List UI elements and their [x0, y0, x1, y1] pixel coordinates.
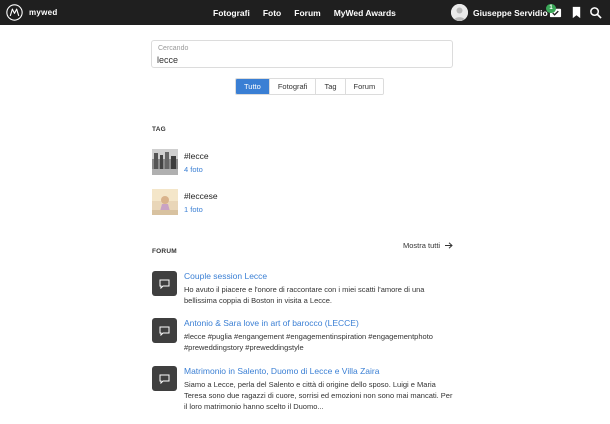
show-all-link[interactable]: Mostra tutti [403, 241, 453, 250]
nav-mywed-awards[interactable]: MyWed Awards [334, 8, 396, 18]
filter-tabs: Tutto Fotografi Tag Forum [235, 78, 385, 95]
chat-bubble-icon [159, 279, 170, 289]
search-input[interactable] [157, 54, 442, 66]
tag-section-title: TAG [152, 126, 166, 133]
forum-post-title[interactable]: Matrimonio in Salento, Duomo di Lecce e … [184, 366, 379, 376]
top-navigation-bar: mywed Fotografi Foto Forum MyWed Awards … [0, 0, 610, 25]
site-logo[interactable]: mywed [6, 3, 58, 22]
tag-name: #leccese [184, 191, 218, 201]
nav-fotografi[interactable]: Fotografi [213, 8, 250, 18]
forum-post-excerpt: #lecce #puglia #engangement #engagementi… [184, 332, 433, 352]
notification-badge: 1 [546, 4, 556, 13]
tag-thumbnail [152, 189, 178, 215]
chat-bubble-icon [159, 326, 170, 336]
forum-post-excerpt: Ho avuto il piacere e l'onore di raccont… [184, 285, 425, 305]
forum-section-title: FORUM [152, 248, 177, 255]
show-all-label: Mostra tutti [403, 241, 441, 250]
mywed-logo-icon [6, 4, 23, 21]
tag-photo-count[interactable]: 4 foto [184, 165, 203, 174]
arrow-right-icon [445, 242, 453, 249]
tab-tutto[interactable]: Tutto [236, 79, 269, 94]
tag-thumbnail [152, 149, 178, 175]
forum-icon [152, 318, 177, 343]
search-icon[interactable] [589, 6, 602, 19]
forum-icon [152, 366, 177, 391]
nav-foto[interactable]: Foto [263, 8, 281, 18]
tab-tag[interactable]: Tag [315, 79, 345, 94]
tab-fotografi[interactable]: Fotografi [268, 79, 316, 94]
tag-name: #lecce [184, 151, 209, 161]
user-menu[interactable]: Giuseppe Servidio [451, 3, 548, 22]
logo-text: mywed [29, 8, 58, 17]
chat-bubble-icon [159, 374, 170, 384]
main-nav: Fotografi Foto Forum MyWed Awards [213, 0, 409, 25]
tag-item-leccese[interactable]: #leccese 1 foto [152, 189, 452, 217]
forum-icon [152, 271, 177, 296]
tab-forum[interactable]: Forum [344, 79, 384, 94]
search-box[interactable]: Cercando [151, 40, 453, 68]
user-name: Giuseppe Servidio [473, 7, 548, 18]
nav-forum[interactable]: Forum [294, 8, 320, 18]
forum-post-excerpt: Siamo a Lecce, perla del Salento e città… [184, 380, 453, 411]
avatar [451, 4, 468, 21]
tag-photo-count[interactable]: 1 foto [184, 205, 203, 214]
search-label: Cercando [158, 45, 189, 52]
tag-item-lecce[interactable]: #lecce 4 foto [152, 149, 452, 177]
forum-post-title[interactable]: Antonio & Sara love in art of barocco (L… [184, 318, 359, 328]
bookmark-icon[interactable] [570, 6, 583, 19]
forum-post-title[interactable]: Couple session Lecce [184, 271, 267, 281]
